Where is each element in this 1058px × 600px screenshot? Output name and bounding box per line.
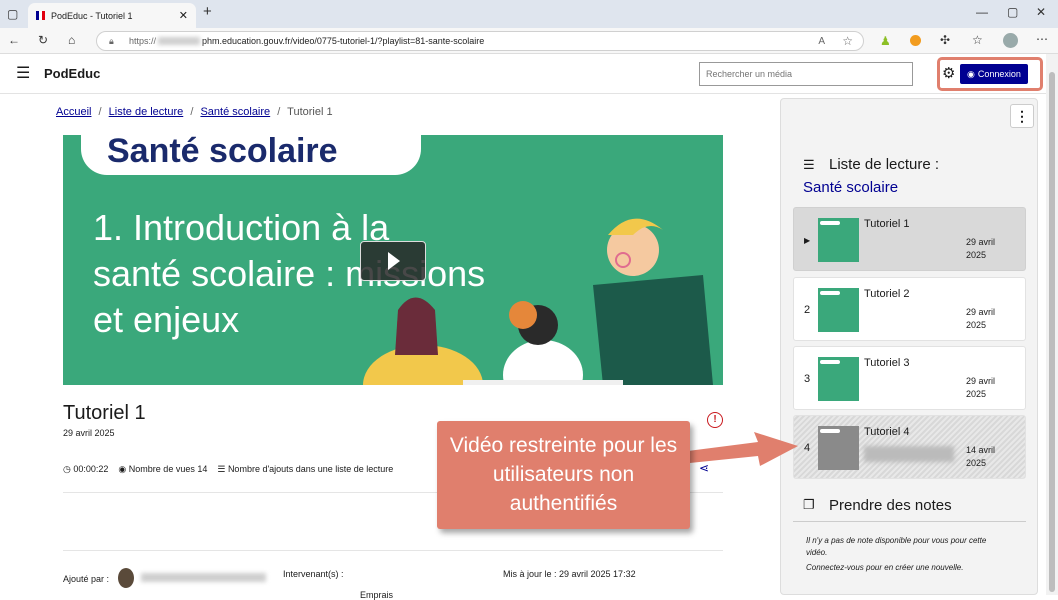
extensions-puzzle-icon[interactable]: ✣ <box>940 33 950 47</box>
settings-gear-icon[interactable]: ⚙ <box>942 64 955 82</box>
video-date: 29 avril 2025 <box>63 428 115 438</box>
callout-arrow <box>680 432 798 466</box>
eye-icon: ◉ <box>118 464 127 474</box>
playlist-adds-stat: ☰ Nombre d'ajouts dans une liste de lect… <box>217 464 393 475</box>
profile-avatar[interactable] <box>1003 33 1018 48</box>
item-thumbnail <box>818 288 859 332</box>
login-button[interactable]: ◉ Connexion <box>960 64 1028 84</box>
search-input[interactable] <box>699 62 913 86</box>
favorite-star-icon[interactable]: ☆ <box>842 34 853 48</box>
views-stat: ◉ Nombre de vues 14 <box>118 464 207 475</box>
sidebar-more-button[interactable]: ⋮ <box>1010 104 1034 128</box>
lock-icon: 🔒︎ <box>109 35 114 46</box>
divider <box>793 521 1026 522</box>
browser-tab-bar: ▢ PodEduc - Tutoriel 1 ✕ + — ▢ ✕ <box>0 0 1058 28</box>
window-menu-icon[interactable]: ▢ <box>7 7 18 21</box>
item-date: 14 avril 2025 <box>966 445 996 468</box>
notes-empty-text: Il n'y a pas de note disponible pour vou… <box>806 536 987 557</box>
playlist-item-3[interactable]: 3 Tutoriel 3 29 avril 2025 <box>793 346 1026 410</box>
back-icon[interactable]: ← <box>8 33 20 47</box>
item-number: 4 <box>804 442 811 454</box>
duration-value: 00:00:22 <box>73 464 109 474</box>
notes-icon: ❐ <box>803 497 815 512</box>
play-button[interactable] <box>360 241 426 281</box>
extension-icon[interactable]: ♟ <box>880 34 891 48</box>
item-date: 29 avril 2025 <box>966 376 996 399</box>
author-name-blurred <box>141 573 266 582</box>
playlist-item-1[interactable]: ▶ Tutoriel 1 29 avril 2025 <box>793 207 1026 271</box>
video-title: Tutoriel 1 <box>63 402 146 424</box>
breadcrumb-current: Tutoriel 1 <box>287 106 333 118</box>
notes-title: Prendre des notes <box>829 497 952 514</box>
extra-info: Emprais <box>360 590 394 600</box>
current-play-icon: ▶ <box>804 236 811 245</box>
item-number: 2 <box>804 304 811 316</box>
video-stats: ◷ 00:00:22 ◉ Nombre de vues 14 ☰ Nombre … <box>63 464 393 475</box>
item-date: 29 avril 2025 <box>966 237 996 260</box>
playlist-item-2[interactable]: 2 Tutoriel 2 29 avril 2025 <box>793 277 1026 341</box>
item-author-blurred <box>864 446 954 462</box>
url-blur <box>158 37 201 45</box>
play-icon <box>388 252 400 270</box>
url-field[interactable]: 🔒︎ https:// phm.education.gouv.fr/video/… <box>96 31 864 51</box>
site-logo[interactable]: PodEduc <box>44 66 100 81</box>
playlist-label: Liste de lecture : <box>829 156 940 173</box>
address-bar-row: ← ↻ ⌂ 🔒︎ https:// phm.education.gouv.fr/… <box>0 28 1058 54</box>
divider <box>63 550 723 551</box>
views-value: Nombre de vues 14 <box>128 464 208 474</box>
notes-login-text: Connectez-vous pour en créer une nouvell… <box>806 563 964 572</box>
breadcrumb-playlists[interactable]: Liste de lecture <box>109 106 184 118</box>
item-thumbnail <box>818 218 859 262</box>
clock-icon: ◷ <box>63 464 71 474</box>
breadcrumb: Accueil / Liste de lecture / Santé scola… <box>56 106 333 118</box>
item-title: Tutoriel 1 <box>864 218 910 230</box>
item-date: 29 avril 2025 <box>966 307 996 330</box>
extension-orange-icon[interactable] <box>910 35 921 46</box>
breadcrumb-playlist[interactable]: Santé scolaire <box>200 106 270 118</box>
minimize-icon[interactable]: — <box>976 5 988 19</box>
url-main: phm.education.gouv.fr/video/0775-tutorie… <box>202 36 485 46</box>
slide-badge-text: Santé scolaire <box>107 135 338 170</box>
report-alert-icon[interactable]: ! <box>707 412 723 428</box>
playlist-list-icon: ☰ <box>803 157 815 172</box>
favicon-icon <box>36 11 45 20</box>
restricted-video-callout: Vidéo restreinte pour les utilisateurs n… <box>437 421 690 529</box>
video-player[interactable]: Santé scolaire 1. Introduction à la sant… <box>63 135 723 385</box>
close-tab-icon[interactable]: ✕ <box>179 9 188 22</box>
home-icon[interactable]: ⌂ <box>68 33 75 47</box>
item-thumbnail <box>818 426 859 470</box>
item-title: Tutoriel 2 <box>864 288 910 300</box>
playlist-adds-value: Nombre d'ajouts dans une liste de lectur… <box>227 464 394 474</box>
duration-stat: ◷ 00:00:22 <box>63 464 108 475</box>
breadcrumb-home[interactable]: Accueil <box>56 106 91 118</box>
user-icon: ◉ <box>967 68 975 79</box>
new-tab-icon[interactable]: + <box>203 4 212 19</box>
refresh-icon[interactable]: ↻ <box>38 33 48 47</box>
added-by-label: Ajouté par : <box>63 574 110 584</box>
updated-info: Mis à jour le : 29 avril 2025 17:32 <box>503 569 636 579</box>
site-header: ☰ PodEduc ⚙ ◉ Connexion <box>0 54 1046 94</box>
login-label: Connexion <box>977 69 1021 79</box>
playlist-name[interactable]: Santé scolaire <box>803 179 898 196</box>
url-prefix: https:// <box>129 36 157 46</box>
tab-title: PodEduc - Tutoriel 1 <box>51 10 133 21</box>
favorites-icon[interactable]: ☆ <box>972 33 983 47</box>
browser-tab[interactable]: PodEduc - Tutoriel 1 ✕ <box>28 3 196 28</box>
page-scrollbar[interactable] <box>1046 54 1058 595</box>
read-aloud-icon[interactable]: A <box>818 36 825 47</box>
item-title: Tutoriel 4 <box>864 426 910 438</box>
author-avatar <box>118 568 134 588</box>
playlist-item-4-restricted[interactable]: 4 Tutoriel 4 14 avril 2025 <box>793 415 1026 479</box>
list-icon: ☰ <box>217 464 226 474</box>
item-number: 3 <box>804 373 811 385</box>
close-window-icon[interactable]: ✕ <box>1036 5 1046 19</box>
hamburger-menu-icon[interactable]: ☰ <box>16 66 30 82</box>
item-thumbnail <box>818 357 859 401</box>
speakers-label: Intervenant(s) : <box>283 569 344 579</box>
playlist-sidebar: ⋮ ☰ Liste de lecture : Santé scolaire ▶ … <box>780 98 1038 595</box>
browser-menu-icon[interactable]: ⋯ <box>1036 32 1048 46</box>
maximize-icon[interactable]: ▢ <box>1007 5 1018 19</box>
item-title: Tutoriel 3 <box>864 357 910 369</box>
